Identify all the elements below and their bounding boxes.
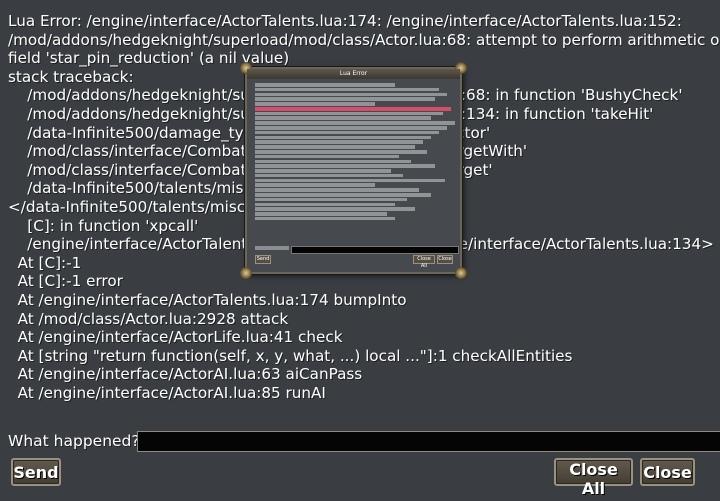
mini-text-line [255, 183, 375, 187]
error-log-line: At /engine/interface/ActorAI.lua:63 aiCa… [8, 365, 363, 384]
mini-text-line [255, 92, 447, 97]
mini-text-line [255, 192, 431, 197]
frame-corner-ornament [240, 267, 252, 279]
mini-text-line [255, 121, 455, 125]
mini-text-line [255, 135, 431, 140]
mini-text-line [255, 173, 403, 178]
mini-text-line [255, 197, 407, 202]
error-log-line: /mod/addons/hedgeknight/superload/mod/cl… [8, 30, 720, 49]
mini-send-button: Send [255, 255, 271, 264]
error-log-line: Lua Error: /engine/interface/ActorTalent… [8, 12, 682, 30]
mini-text-line [255, 111, 443, 116]
error-log-line: At /engine/interface/ActorTalents.lua:17… [8, 290, 407, 309]
mini-text-line [255, 202, 395, 207]
mini-text-line [255, 126, 447, 130]
mini-answer-input [291, 246, 459, 254]
mini-text-line [255, 149, 427, 154]
mini-text-line [255, 188, 419, 192]
close-button[interactable]: Close [640, 458, 695, 486]
mini-text-line [255, 140, 423, 144]
mini-dialog-text [255, 83, 455, 249]
mini-text-line [255, 116, 431, 121]
error-log-line: field 'star_pin_reduction' (a nil value) [8, 49, 290, 68]
error-log-line: At [C]:-1 error [8, 272, 123, 291]
frame-corner-ornament [455, 267, 467, 279]
mini-prompt-label [255, 246, 289, 250]
mini-text-line [255, 154, 399, 159]
mini-close-all-button: Close All [413, 255, 435, 269]
mini-text-line [255, 145, 415, 149]
error-log-line: At [string "return function(self, x, y, … [8, 346, 573, 365]
mini-text-line [255, 212, 387, 216]
error-log-line: At /engine/interface/ActorLife.lua:41 ch… [8, 328, 343, 347]
error-log-line: At /engine/interface/ActorAI.lua:85 runA… [8, 383, 326, 402]
mini-text-line [255, 83, 395, 87]
nested-error-dialog-thumbnail: Lua Error Send Close All Close [240, 62, 467, 279]
what-happened-input[interactable] [137, 431, 720, 452]
error-log-line: At /mod/class/Actor.lua:2928 attack [8, 309, 289, 328]
mini-text-line [255, 216, 395, 221]
mini-text-line [255, 106, 451, 111]
mini-text-line [255, 164, 435, 168]
mini-text-line [255, 102, 375, 106]
mini-text-line [255, 130, 439, 135]
mini-text-line [255, 207, 415, 211]
mini-text-line [255, 97, 435, 101]
mini-text-line [255, 87, 439, 92]
mini-close-button: Close [437, 255, 453, 264]
mini-text-line [255, 159, 411, 164]
close-all-button[interactable]: Close All [554, 458, 633, 498]
mini-text-line [255, 169, 391, 173]
mini-text-line [255, 178, 445, 183]
send-button[interactable]: Send [11, 458, 61, 486]
what-happened-label: What happened?: [8, 432, 145, 450]
mini-dialog-title: Lua Error [247, 69, 460, 79]
